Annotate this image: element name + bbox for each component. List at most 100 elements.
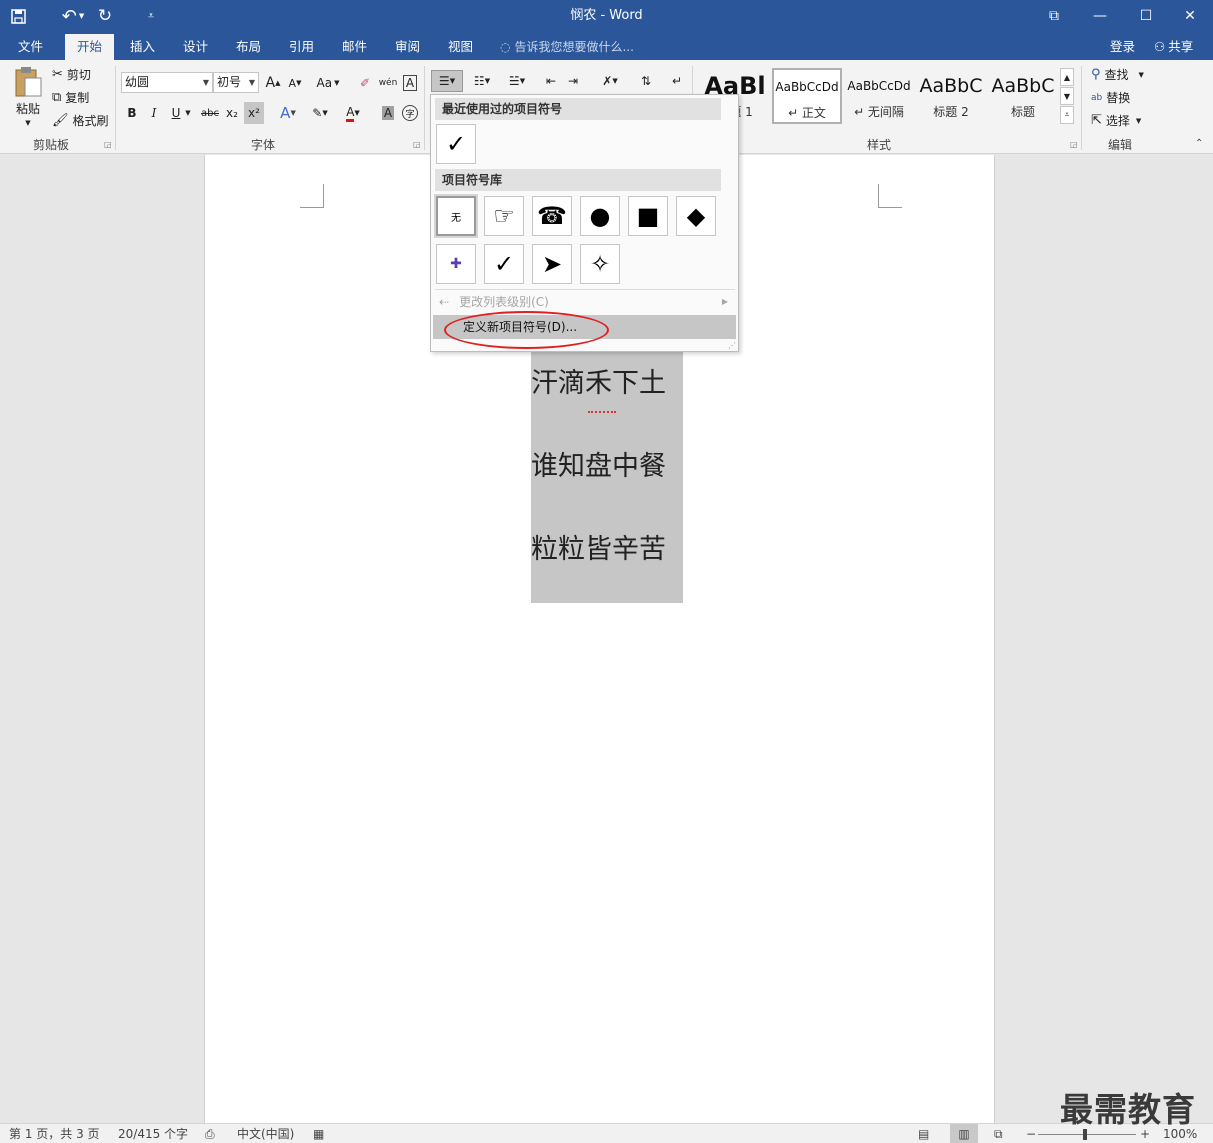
italic-button[interactable]: I: [144, 102, 164, 124]
shrink-font-icon: A: [288, 76, 297, 90]
bullet-none[interactable]: 无: [436, 196, 476, 236]
bullet-square[interactable]: ■: [628, 196, 668, 236]
change-list-level-item[interactable]: ⇠ 更改列表级别(C) ▶: [433, 290, 736, 314]
chevron-down-icon: ▼: [290, 109, 296, 117]
decrease-indent-button[interactable]: ⇤: [541, 70, 561, 92]
character-border-button[interactable]: A: [400, 72, 420, 94]
minimize-button[interactable]: —: [1077, 0, 1123, 32]
font-name-combobox[interactable]: 幼圆 ▼: [121, 72, 213, 93]
sign-in-link[interactable]: 登录: [1110, 34, 1135, 60]
bullet-circle[interactable]: ●: [580, 196, 620, 236]
clipboard-launcher-icon[interactable]: ◲: [104, 140, 112, 149]
tab-home[interactable]: 开始: [65, 34, 115, 60]
replace-button[interactable]: ab 替换: [1091, 89, 1130, 106]
share-button[interactable]: ⚇ 共享: [1150, 34, 1193, 60]
styles-scroll-up-icon[interactable]: ▲: [1060, 68, 1074, 86]
bullet-check[interactable]: ✓: [484, 244, 524, 284]
tab-insert[interactable]: 插入: [118, 34, 167, 60]
bold-button[interactable]: B: [122, 102, 142, 124]
chinese-layout-button[interactable]: ✗ ▼: [595, 70, 625, 92]
phonetic-guide-button[interactable]: wén: [378, 72, 398, 94]
style-title[interactable]: AaBbC 标题: [988, 68, 1058, 124]
shrink-font-button[interactable]: A ▼: [285, 72, 305, 94]
underline-dropdown-icon[interactable]: ▼: [183, 102, 193, 124]
watermark-logo: 最需教育: [1060, 1090, 1196, 1129]
bullet-cross[interactable]: ✚: [436, 244, 476, 284]
multilevel-list-button[interactable]: ☱ ▼: [502, 70, 532, 92]
poem-line: 谁知盘中餐: [531, 451, 666, 482]
tab-view[interactable]: 视图: [436, 34, 485, 60]
save-button[interactable]: [0, 0, 36, 32]
format-painter-button[interactable]: 🖌 格式刷: [52, 112, 109, 129]
proofing-icon[interactable]: ⎙: [205, 1124, 215, 1143]
redo-button[interactable]: ↻: [90, 0, 120, 32]
font-size-combobox[interactable]: 初号 ▼: [213, 72, 259, 93]
strikethrough-button[interactable]: abc: [200, 102, 220, 124]
collapse-ribbon-button[interactable]: ⌃: [1195, 138, 1203, 149]
bullet-arrowhead[interactable]: ➤: [532, 244, 572, 284]
maximize-button[interactable]: ☐: [1123, 0, 1169, 32]
font-launcher-icon[interactable]: ◲: [413, 140, 421, 149]
define-new-bullet-item[interactable]: 定义新项目符号(D)...: [433, 315, 736, 339]
styles-scroll-down-icon[interactable]: ▼: [1060, 87, 1074, 105]
paste-button[interactable]: 粘贴 ▼: [10, 66, 46, 132]
read-mode-icon[interactable]: ▤: [918, 1124, 929, 1143]
page-count[interactable]: 第 1 页，共 3 页: [9, 1124, 100, 1143]
style-normal[interactable]: AaBbCcDd ↵ 正文: [772, 68, 842, 124]
zoom-out-icon[interactable]: −: [1026, 1124, 1036, 1143]
styles-more-icon[interactable]: ⩡: [1060, 106, 1074, 124]
bullet-diamond[interactable]: ◆: [676, 196, 716, 236]
cut-button[interactable]: ✂ 剪切: [52, 66, 91, 83]
bullet-pointing-hand[interactable]: ☞: [484, 196, 524, 236]
enclose-characters-button[interactable]: 字: [400, 102, 420, 124]
customize-qat-button[interactable]: ⩡: [136, 0, 166, 32]
select-button[interactable]: ⇱ 选择 ▼: [1091, 112, 1141, 129]
styles-launcher-icon[interactable]: ◲: [1070, 140, 1078, 149]
subscript-button[interactable]: x₂: [222, 102, 242, 124]
word-count[interactable]: 20/415 个字: [118, 1124, 188, 1143]
ribbon-display-options-button[interactable]: ⧉: [1031, 0, 1077, 32]
bullet-list-icon: ☰: [438, 74, 450, 88]
tab-design[interactable]: 设计: [171, 34, 220, 60]
resize-grip-icon[interactable]: ⋰: [728, 341, 736, 350]
undo-button[interactable]: ↶ ▼: [56, 0, 90, 32]
bullet-star[interactable]: ✧: [580, 244, 620, 284]
tab-references[interactable]: 引用: [277, 34, 326, 60]
grow-font-button[interactable]: A ▲: [263, 72, 283, 94]
tab-review[interactable]: 审阅: [383, 34, 432, 60]
zoom-slider[interactable]: [1038, 1129, 1136, 1140]
clipboard-icon: [15, 67, 42, 97]
bullet-telephone[interactable]: ☎: [532, 196, 572, 236]
character-shading-button[interactable]: A: [378, 102, 398, 124]
macro-record-icon[interactable]: ▦: [313, 1124, 324, 1143]
tab-layout[interactable]: 布局: [224, 34, 273, 60]
style-no-spacing[interactable]: AaBbCcDd ↵ 无间隔: [844, 68, 914, 124]
clear-formatting-button[interactable]: ✐: [355, 72, 375, 94]
numbering-button[interactable]: ☷ ▼: [467, 70, 497, 92]
styles-group-label: 样式: [867, 138, 892, 152]
print-layout-icon[interactable]: ▥: [950, 1124, 978, 1143]
tab-file[interactable]: 文件: [6, 34, 55, 60]
recent-bullet-check[interactable]: ✓: [436, 124, 476, 164]
superscript-button[interactable]: x²: [244, 102, 264, 124]
show-marks-button[interactable]: ↵: [667, 70, 687, 92]
font-color-button[interactable]: A ▼: [343, 102, 363, 124]
tell-me-box[interactable]: ◌ 告诉我您想要做什么...: [500, 34, 634, 60]
highlight-button[interactable]: ✎ ▼: [310, 102, 330, 124]
style-name: 标题: [1010, 105, 1035, 119]
copy-button[interactable]: ⧉ 复制: [52, 89, 89, 106]
change-case-button[interactable]: Aa ▼: [313, 72, 343, 94]
language-indicator[interactable]: 中文(中国): [237, 1124, 294, 1143]
sort-button[interactable]: ⇅: [636, 70, 656, 92]
style-heading2[interactable]: AaBbC 标题 2: [916, 68, 986, 124]
recent-bullets-header: 最近使用过的项目符号: [435, 98, 721, 120]
find-button[interactable]: ⚲ 查找 ▼: [1091, 66, 1144, 83]
tab-mailings[interactable]: 邮件: [330, 34, 379, 60]
close-button[interactable]: ✕: [1167, 0, 1213, 32]
text-effects-button[interactable]: A ▼: [278, 102, 298, 124]
cursor-icon: ⇱: [1091, 113, 1102, 128]
selected-text-block[interactable]: 汗滴禾下土 谁知盘中餐 粒粒皆辛苦: [531, 345, 683, 603]
increase-indent-button[interactable]: ⇥: [563, 70, 583, 92]
bullets-button[interactable]: ☰ ▼: [431, 70, 463, 92]
web-layout-icon[interactable]: ⧉: [994, 1124, 1003, 1143]
